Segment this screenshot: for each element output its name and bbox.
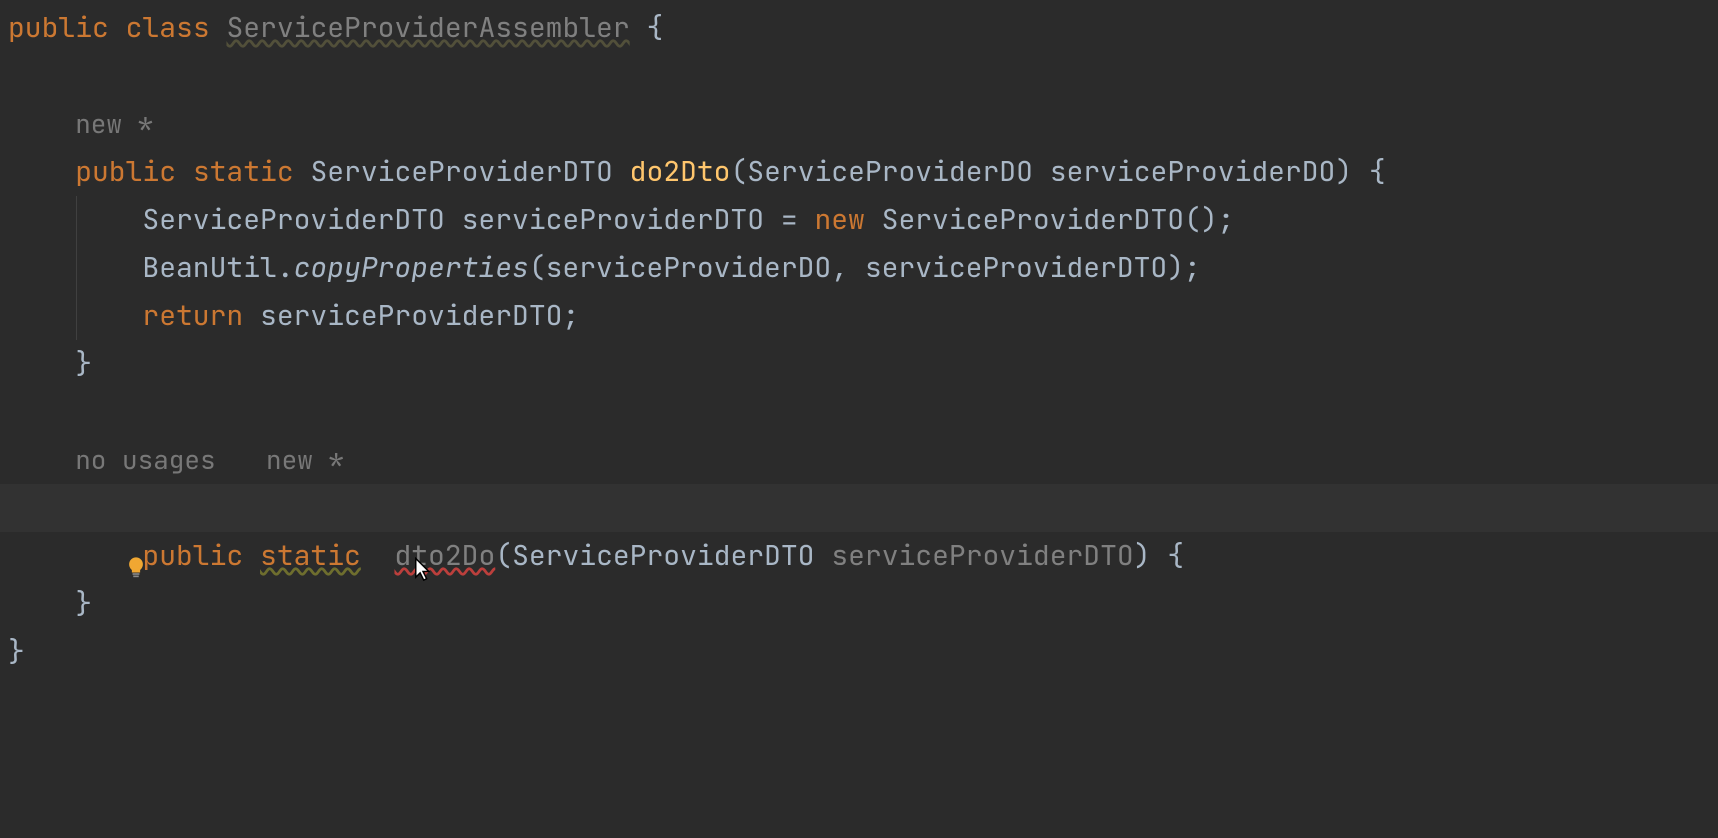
static-method: copyProperties (294, 249, 529, 286)
code-line-active[interactable]: public static dto2Do(ServiceProviderDTO … (0, 484, 1718, 532)
variable: serviceProviderDTO (260, 297, 562, 334)
keyword-public: public (75, 153, 176, 190)
code-line[interactable]: ServiceProviderDTO serviceProviderDTO = … (0, 196, 1718, 244)
keyword-class: class (126, 9, 210, 46)
intention-bulb-icon[interactable] (24, 497, 46, 519)
inlay-hint-line[interactable]: no usages new * (0, 436, 1718, 484)
keyword-public: public (8, 9, 109, 46)
class-name: ServiceProviderAssembler (226, 9, 629, 46)
keyword-new: new (814, 201, 864, 238)
code-line[interactable]: public static ServiceProviderDTO do2Dto(… (0, 148, 1718, 196)
indent-guide (76, 292, 77, 340)
usages-hint[interactable]: no usages (75, 442, 215, 477)
class-ref: BeanUtil (142, 249, 276, 286)
args: (serviceProviderDO, serviceProviderDTO); (529, 249, 1201, 286)
vcs-hint: new * (266, 442, 344, 477)
brace: } (75, 345, 92, 382)
paren: ( (730, 153, 747, 190)
code-line[interactable]: } (0, 340, 1718, 388)
code-line[interactable] (0, 388, 1718, 436)
keyword-static: static (193, 153, 294, 190)
code-editor[interactable]: public class ServiceProviderAssembler { … (0, 0, 1718, 838)
type: ServiceProviderDTO (142, 201, 444, 238)
semicolon: ; (562, 297, 579, 334)
keyword-return: return (142, 297, 243, 334)
param-type: ServiceProviderDO (747, 153, 1033, 190)
indent-guide (76, 244, 77, 292)
param-name: serviceProviderDO (1050, 153, 1336, 190)
code-line[interactable]: return serviceProviderDTO; (0, 292, 1718, 340)
code-line[interactable] (0, 52, 1718, 100)
method-name: do2Dto (630, 153, 731, 190)
vcs-hint: new * (75, 106, 153, 141)
op: = (764, 201, 814, 238)
paren-brace: ) { (1335, 153, 1385, 190)
inlay-hint-line[interactable]: new * (0, 100, 1718, 148)
indent-guide (76, 196, 77, 244)
brace: } (8, 633, 25, 670)
variable: serviceProviderDTO (462, 201, 764, 238)
code-line[interactable]: } (0, 628, 1718, 676)
tail: (); (1184, 201, 1234, 238)
mouse-cursor-icon (312, 502, 332, 528)
code-line[interactable]: public class ServiceProviderAssembler { (0, 4, 1718, 52)
constructor: ServiceProviderDTO (882, 201, 1184, 238)
code-line[interactable]: BeanUtil.copyProperties(serviceProviderD… (0, 244, 1718, 292)
code-line[interactable]: } (0, 580, 1718, 628)
dot: . (277, 249, 294, 286)
brace: { (630, 9, 664, 46)
return-type: ServiceProviderDTO (310, 153, 612, 190)
code-line[interactable] (0, 532, 1718, 580)
brace: } (75, 585, 92, 622)
